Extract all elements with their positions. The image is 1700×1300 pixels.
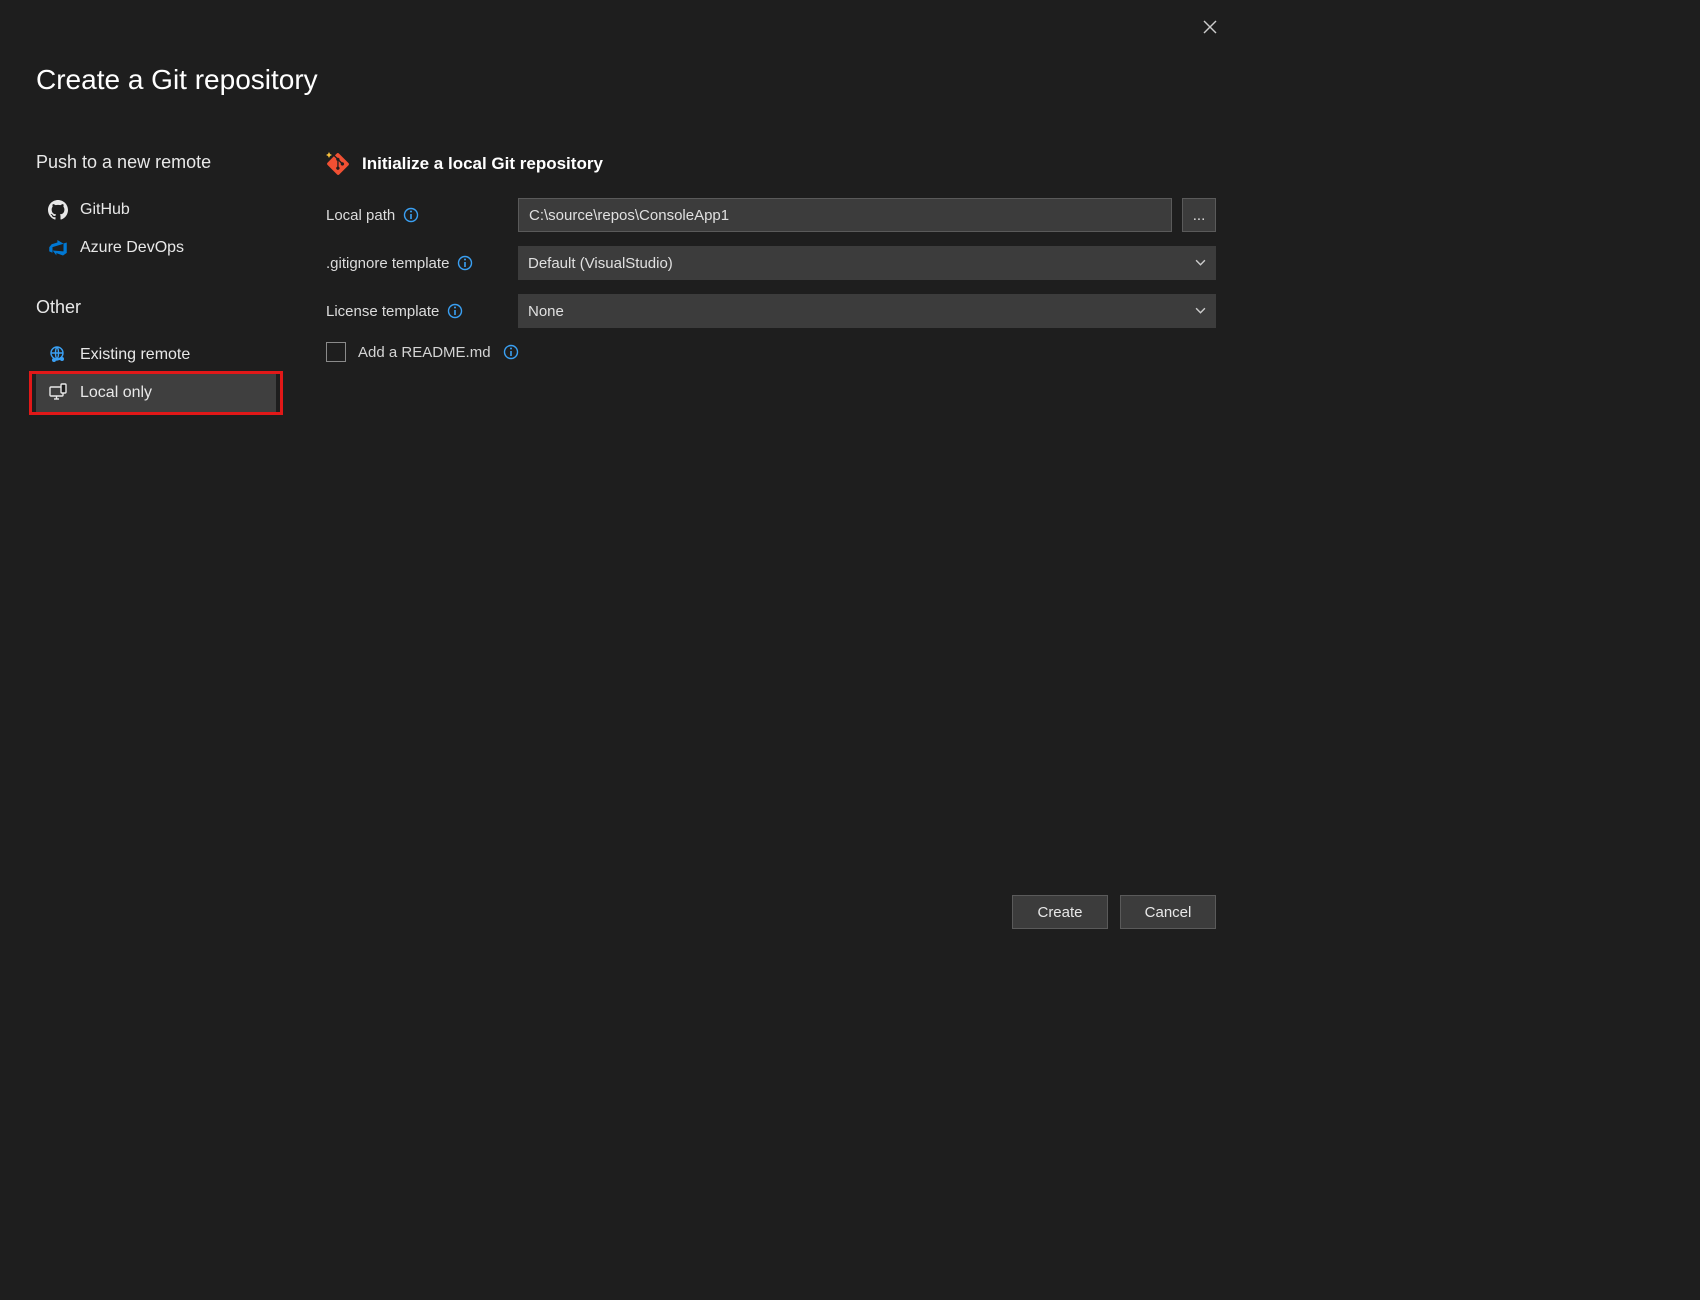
browse-button[interactable]: ...: [1182, 198, 1216, 232]
section-heading: Initialize a local Git repository: [362, 154, 603, 174]
sidebar-item-azure-devops[interactable]: Azure DevOps: [36, 229, 276, 267]
license-dropdown[interactable]: None: [518, 294, 1216, 328]
create-git-repo-dialog: Create a Git repository Push to a new re…: [0, 0, 1244, 951]
local-path-label: Local path: [326, 207, 395, 224]
sidebar-section-other: Other: [36, 297, 276, 318]
sidebar-section-push: Push to a new remote: [36, 152, 276, 173]
info-icon[interactable]: [457, 255, 473, 271]
sidebar: Push to a new remote GitHub Azure DevOps: [36, 152, 276, 929]
close-button[interactable]: [1198, 16, 1222, 40]
sidebar-item-github[interactable]: GitHub: [36, 191, 276, 229]
git-init-icon: [326, 152, 350, 176]
sidebar-item-label: GitHub: [80, 201, 130, 219]
dropdown-value: None: [528, 303, 564, 320]
sidebar-item-label: Azure DevOps: [80, 239, 184, 257]
local-path-input[interactable]: [518, 198, 1172, 232]
sidebar-item-existing-remote[interactable]: Existing remote: [36, 336, 276, 374]
chevron-down-icon: [1195, 303, 1206, 320]
license-label: License template: [326, 303, 439, 320]
dialog-footer: Create Cancel: [1012, 895, 1216, 929]
info-icon[interactable]: [403, 207, 419, 223]
sidebar-item-label: Existing remote: [80, 346, 190, 364]
highlight-annotation: Local only: [32, 374, 280, 412]
sidebar-item-label: Local only: [80, 384, 152, 402]
main-panel: Initialize a local Git repository Local …: [326, 152, 1216, 929]
globe-link-icon: [48, 345, 68, 365]
sidebar-item-local-only[interactable]: Local only: [36, 374, 276, 412]
gitignore-label: .gitignore template: [326, 255, 449, 272]
cancel-button[interactable]: Cancel: [1120, 895, 1216, 929]
info-icon[interactable]: [447, 303, 463, 319]
local-computer-icon: [48, 383, 68, 403]
close-icon: [1203, 20, 1217, 37]
azure-devops-icon: [48, 238, 68, 258]
chevron-down-icon: [1195, 255, 1206, 272]
github-icon: [48, 200, 68, 220]
create-button[interactable]: Create: [1012, 895, 1108, 929]
info-icon[interactable]: [503, 344, 519, 360]
dropdown-value: Default (VisualStudio): [528, 255, 673, 272]
readme-checkbox[interactable]: [326, 342, 346, 362]
dialog-title: Create a Git repository: [36, 64, 1216, 96]
gitignore-dropdown[interactable]: Default (VisualStudio): [518, 246, 1216, 280]
readme-label: Add a README.md: [358, 344, 491, 361]
